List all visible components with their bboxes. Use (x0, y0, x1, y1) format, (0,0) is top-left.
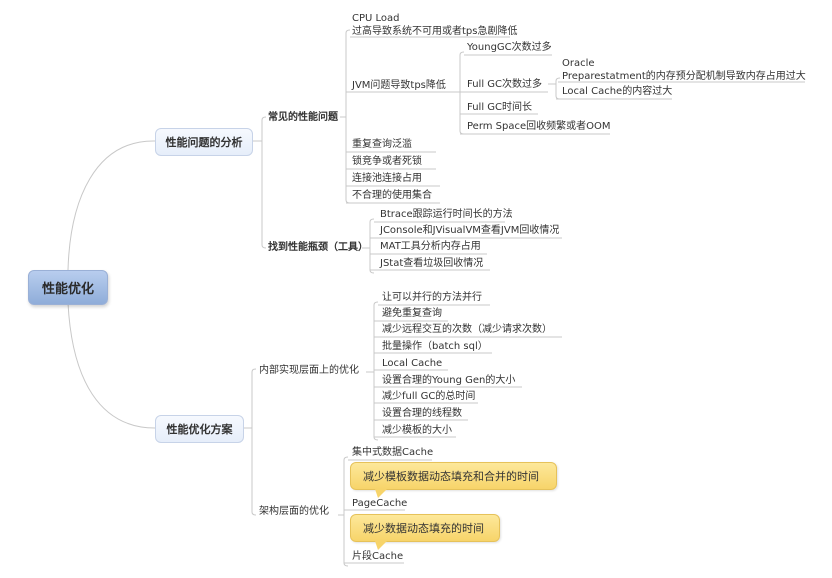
topic-full-gc-time[interactable]: Full GC时间长 (467, 101, 532, 114)
topic-batch-sql[interactable]: 批量操作（batch sql） (382, 340, 488, 353)
topic-oracle-line-1: Oracle (562, 58, 595, 69)
connector-root-solution (67, 302, 156, 429)
topic-pool-occupied[interactable]: 连接池连接占用 (352, 172, 422, 185)
topic-cpu-load-line-2: 过高导致系统不可用或者tps急剧降低 (352, 26, 518, 37)
topic-local-cache-large[interactable]: Local Cache的内容过大 (562, 85, 672, 98)
topic-cpu-load-line-1: CPU Load (352, 13, 400, 24)
topic-lock-contention[interactable]: 锁竞争或者死锁 (352, 155, 422, 168)
callout-fragment-cache-text: 减少数据动态填充的时间 (363, 522, 484, 535)
topic-jstat[interactable]: JStat查看垃圾回收情况 (380, 257, 483, 270)
topic-mat[interactable]: MAT工具分析内存占用 (380, 240, 481, 253)
callout-page-cache: 减少模板数据动态填充和合并的时间 (350, 462, 557, 498)
topic-thread-count[interactable]: 设置合理的线程数 (382, 407, 462, 420)
subtopic-internal-impl[interactable]: 内部实现层面上的优化 (259, 364, 359, 377)
topic-reduce-remote[interactable]: 减少远程交互的次数（减少请求次数） (382, 323, 552, 336)
topic-btrace[interactable]: Btrace跟踪运行时间长的方法 (380, 208, 513, 221)
topic-fragment-cache[interactable]: 片段Cache (352, 550, 403, 563)
main-node-analysis-label: 性能问题的分析 (165, 136, 243, 149)
topic-jvm-issue[interactable]: JVM问题导致tps降低 (352, 79, 446, 92)
connector-solution-sub (243, 368, 257, 516)
topic-local-cache[interactable]: Local Cache (382, 357, 442, 370)
main-node-solution-label: 性能优化方案 (166, 423, 233, 436)
subtopic-architecture[interactable]: 架构层面的优化 (259, 505, 329, 518)
topic-template-size[interactable]: 减少模板的大小 (382, 424, 452, 437)
topic-page-cache[interactable]: PageCache (352, 497, 407, 510)
topic-oracle-line-2: Preparestatment的内存预分配机制导致内存占用过大 (562, 71, 806, 82)
connector-fullgc (548, 77, 561, 100)
topic-repeat-query[interactable]: 重复查询泛滥 (352, 138, 412, 151)
topic-parallel[interactable]: 让可以并行的方法并行 (382, 291, 482, 304)
subtopic-common-problems[interactable]: 常见的性能问题 (268, 111, 338, 124)
topic-jconsole[interactable]: JConsole和JVisualVM查看JVM回收情况 (380, 224, 559, 237)
topic-central-cache[interactable]: 集中式数据Cache (352, 446, 433, 459)
connector-architecture (338, 456, 349, 567)
topic-full-gc-count[interactable]: Full GC次数过多 (467, 78, 542, 91)
root-node[interactable]: 性能优化 (28, 270, 108, 305)
connector-analysis-sub (252, 116, 267, 249)
subtopic-find-bottleneck[interactable]: 找到性能瓶颈（工具） (268, 241, 368, 254)
main-node-solution[interactable]: 性能优化方案 (155, 415, 244, 443)
callout-tail (375, 541, 387, 550)
topic-young-gen-size[interactable]: 设置合理的Young Gen的大小 (382, 374, 515, 387)
topic-avoid-repeat-query[interactable]: 避免重复查询 (382, 307, 442, 320)
root-node-label: 性能优化 (41, 282, 94, 297)
callout-fragment-cache: 减少数据动态填充的时间 (350, 514, 500, 550)
topic-perm-space[interactable]: Perm Space回收频繁或者OOM (467, 120, 611, 133)
topic-oracle-prealloc[interactable]: Oracle Preparestatment的内存预分配机制导致内存占用过大 (562, 57, 806, 83)
connector-internal (366, 301, 379, 441)
main-node-analysis[interactable]: 性能问题的分析 (155, 128, 253, 156)
topic-cpu-load[interactable]: CPU Load 过高导致系统不可用或者tps急剧降低 (352, 12, 517, 38)
connector-jvm (452, 51, 465, 135)
topic-full-gc-total[interactable]: 减少full GC的总时间 (382, 390, 475, 403)
connector-root-analysis (67, 140, 156, 271)
topic-collection-misuse[interactable]: 不合理的使用集合 (352, 189, 432, 202)
connector-common-problems (340, 29, 351, 204)
callout-page-cache-text: 减少模板数据动态填充和合并的时间 (363, 470, 539, 483)
topic-young-gc[interactable]: YoungGC次数过多 (467, 41, 552, 54)
